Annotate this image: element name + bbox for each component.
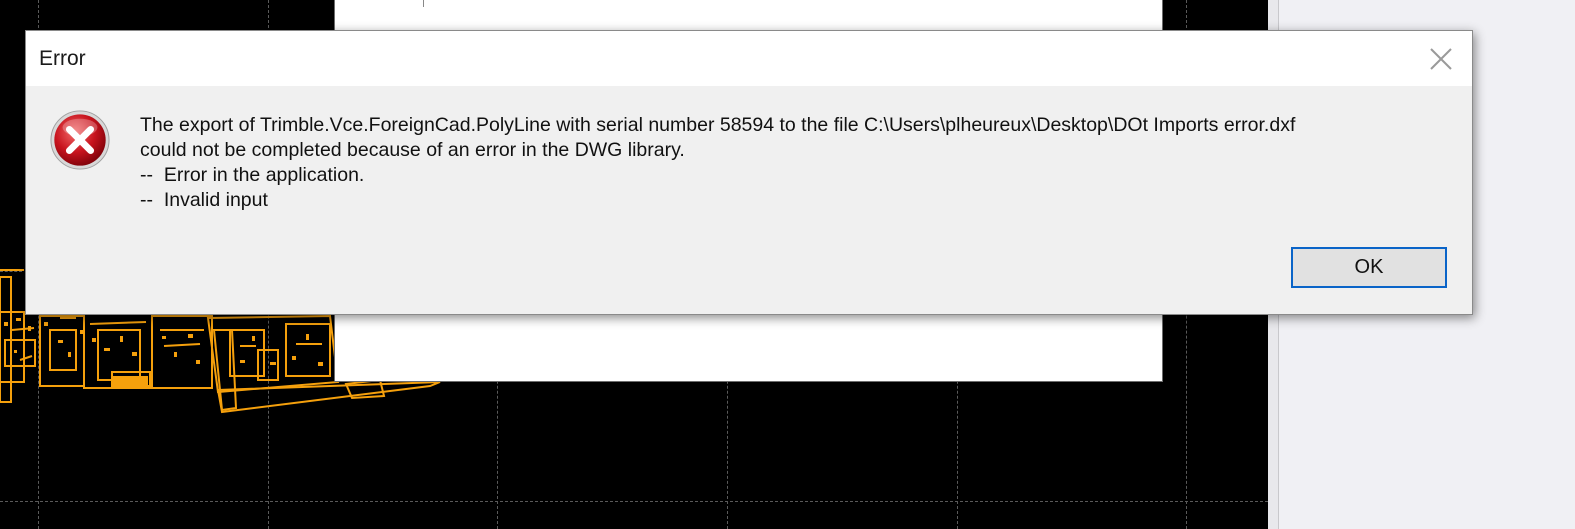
message-line: could not be completed because of an err…	[140, 139, 685, 161]
grid-line	[0, 501, 1268, 502]
background-window-mark	[423, 0, 424, 7]
dialog-title: Error	[39, 47, 86, 70]
error-circle-x-icon	[50, 110, 110, 170]
error-message: The export of Trimble.Vce.ForeignCad.Pol…	[140, 113, 1432, 213]
message-line: -- Invalid input	[140, 189, 268, 211]
close-x-icon	[1430, 48, 1452, 70]
dialog-titlebar[interactable]: Error	[26, 31, 1472, 86]
message-line: The export of Trimble.Vce.ForeignCad.Pol…	[140, 114, 1296, 136]
error-dialog: Error The export of Trimble.Vce.ForeignC…	[25, 30, 1473, 315]
ok-button[interactable]: OK	[1291, 247, 1447, 288]
message-line: -- Error in the application.	[140, 164, 365, 186]
close-button[interactable]	[1418, 39, 1464, 79]
